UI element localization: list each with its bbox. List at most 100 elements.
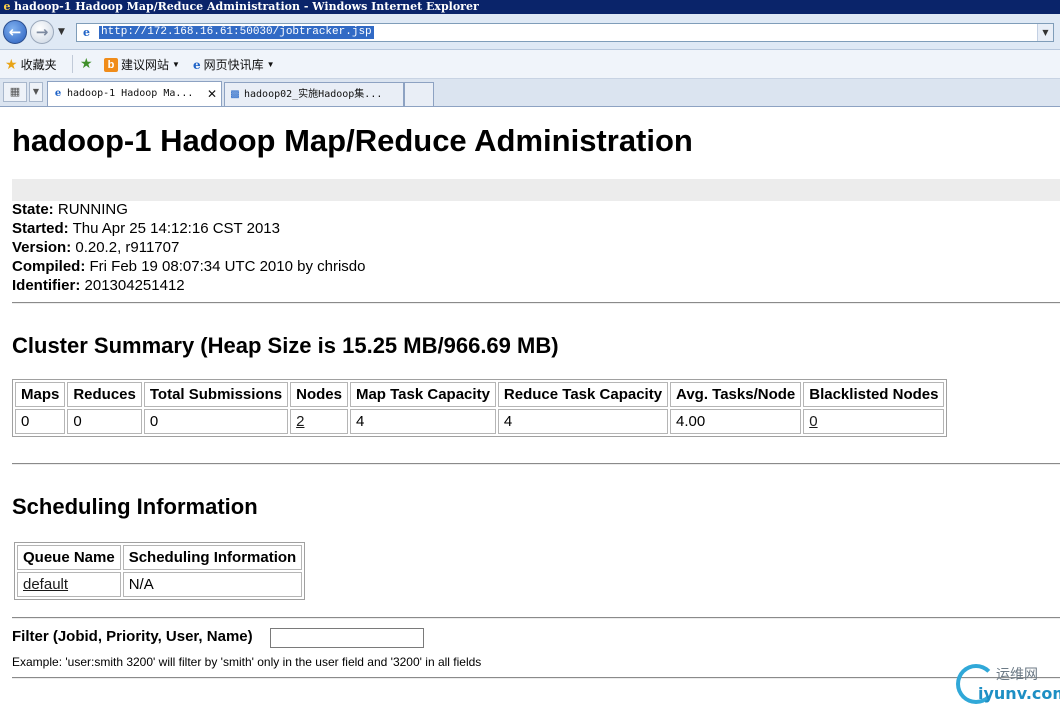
suggested-sites-label: 建议网站 — [121, 58, 170, 72]
watermark-cn: 运维网 — [996, 667, 1038, 683]
reduce-capacity-value: 4 — [497, 409, 669, 434]
chevron-down-icon: ▼ — [172, 60, 180, 69]
col-header: Nodes — [290, 382, 348, 407]
address-dropdown-icon[interactable]: ▼ — [1037, 24, 1053, 41]
new-tab-button[interactable] — [404, 82, 434, 106]
info-state: State: RUNNING — [12, 200, 366, 219]
suggested-sites-button[interactable]: b 建议网站 ▼ — [104, 56, 180, 73]
info-value: Fri Feb 19 08:07:34 UTC 2010 by chrisdo — [89, 258, 366, 275]
cluster-summary-table: Maps Reduces Total Submissions Nodes Map… — [12, 379, 948, 437]
col-header: Queue Name — [17, 545, 121, 570]
back-arrow-icon: ← — [8, 23, 22, 41]
filter-example: Example: 'user:smith 3200' will filter b… — [12, 655, 482, 669]
tab-label: hadoop-1 Hadoop Ma... — [67, 88, 194, 99]
ie-page-icon: e — [54, 88, 62, 99]
ie-logo-icon: e — [3, 0, 11, 13]
back-button[interactable]: ← — [3, 20, 27, 44]
table-header-row: Queue Name Scheduling Information — [17, 545, 303, 570]
info-value: RUNNING — [57, 201, 128, 218]
chevron-down-icon: ▼ — [32, 87, 40, 96]
col-header: Blacklisted Nodes — [803, 382, 945, 407]
window-title-bar: e hadoop-1 Hadoop Map/Reduce Administrati… — [0, 0, 1060, 14]
col-header: Total Submissions — [143, 382, 289, 407]
filter-input[interactable] — [270, 628, 424, 648]
info-label: Version: — [12, 239, 72, 256]
section-divider — [12, 677, 1060, 679]
info-version: Version: 0.20.2, r911707 — [12, 238, 366, 257]
col-header: Reduce Task Capacity — [497, 382, 669, 407]
tab-label: hadoop02_实施Hadoop集... — [244, 89, 383, 100]
watermark-logo: 运维网 iyunv.com — [956, 662, 1060, 706]
table-row: default N/A — [17, 572, 303, 597]
info-value: 201304251412 — [84, 277, 185, 294]
info-label: Compiled: — [12, 258, 86, 275]
add-favorite-icon: ★ — [80, 56, 93, 72]
header-band — [12, 179, 1060, 201]
tab-hadoop02[interactable]: ▩ hadoop02_实施Hadoop集... — [224, 82, 404, 106]
page-content: hadoop-1 Hadoop Map/Reduce Administratio… — [0, 106, 1060, 709]
col-header: Reduces — [67, 382, 142, 407]
address-toolbar: ← → ▼ e http://172.168.16.61:50030/jobtr… — [0, 14, 1060, 50]
tab-list-dropdown[interactable]: ▼ — [29, 82, 43, 102]
close-tab-icon[interactable]: ✕ — [207, 82, 217, 106]
cluster-summary-heading: Cluster Summary (Heap Size is 15.25 MB/9… — [12, 333, 559, 358]
chevron-down-icon: ▼ — [266, 60, 275, 69]
blacklisted-nodes-link[interactable]: 0 — [809, 413, 817, 430]
quick-tabs-button[interactable]: ▦ — [3, 82, 27, 102]
info-started: Started: Thu Apr 25 14:12:16 CST 2013 — [12, 219, 366, 238]
url-text[interactable]: http://172.168.16.61:50030/jobtracker.js… — [99, 26, 374, 39]
scheduling-heading: Scheduling Information — [12, 494, 258, 519]
blacklisted-cell: 0 — [803, 409, 945, 434]
suggested-sites-icon: b — [104, 57, 118, 72]
web-slice-label: 网页快讯库 — [203, 58, 264, 72]
table-row: 0 0 0 2 4 4 4.00 0 — [15, 409, 945, 434]
forward-button[interactable]: → — [30, 20, 54, 44]
favorites-button[interactable]: ★ 收藏夹 — [5, 56, 57, 73]
favorites-label: 收藏夹 — [20, 58, 57, 72]
info-value: 0.20.2, r911707 — [75, 239, 180, 256]
scheduling-table: Queue Name Scheduling Information defaul… — [14, 542, 306, 600]
web-slice-gallery-button[interactable]: e 网页快讯库 ▼ — [193, 56, 275, 73]
blog-page-icon: ▩ — [230, 89, 240, 100]
queue-name-cell: default — [17, 572, 121, 597]
map-capacity-value: 4 — [349, 409, 496, 434]
info-label: State: — [12, 201, 54, 218]
add-to-favorites-button[interactable]: ★ — [80, 56, 93, 72]
page-icon: e — [83, 26, 90, 39]
web-slice-icon: e — [193, 57, 201, 72]
info-value: Thu Apr 25 14:12:16 CST 2013 — [72, 220, 280, 237]
filter-row: Filter (Jobid, Priority, User, Name) — [12, 628, 424, 648]
table-header-row: Maps Reduces Total Submissions Nodes Map… — [15, 382, 945, 407]
reduces-value: 0 — [67, 409, 142, 434]
col-header: Map Task Capacity — [349, 382, 496, 407]
address-field[interactable]: e http://172.168.16.61:50030/jobtracker.… — [76, 23, 1054, 42]
filter-label: Filter (Jobid, Priority, User, Name) — [12, 628, 253, 645]
section-divider — [12, 617, 1060, 619]
info-label: Started: — [12, 220, 69, 237]
page-title: hadoop-1 Hadoop Map/Reduce Administratio… — [12, 123, 693, 158]
maps-value: 0 — [15, 409, 66, 434]
tab-bar: ▦ ▼ e hadoop-1 Hadoop Ma... ✕ ▩ hadoop02_实… — [0, 79, 1060, 107]
info-compiled: Compiled: Fri Feb 19 08:07:34 UTC 2010 b… — [12, 257, 366, 276]
section-divider — [12, 302, 1060, 304]
info-label: Identifier: — [12, 277, 81, 294]
jobtracker-info: State: RUNNING Started: Thu Apr 25 14:12… — [12, 200, 366, 295]
nodes-link[interactable]: 2 — [296, 413, 304, 430]
section-divider — [12, 463, 1060, 465]
nodes-cell: 2 — [290, 409, 348, 434]
favorites-star-icon: ★ — [5, 56, 18, 73]
toolbar-divider — [72, 55, 73, 73]
scheduling-info-cell: N/A — [122, 572, 303, 597]
col-header: Scheduling Information — [122, 545, 303, 570]
history-dropdown-icon[interactable]: ▼ — [58, 27, 65, 37]
col-header: Maps — [15, 382, 66, 407]
watermark-en: iyunv.com — [978, 684, 1060, 703]
total-submissions-value: 0 — [143, 409, 289, 434]
tab-hadoop-admin[interactable]: e hadoop-1 Hadoop Ma... ✕ — [47, 81, 222, 106]
queue-default-link[interactable]: default — [23, 576, 68, 593]
quick-tabs-icon: ▦ — [9, 85, 21, 98]
avg-tasks-value: 4.00 — [670, 409, 802, 434]
forward-arrow-icon: → — [35, 23, 49, 41]
favorites-bar: ★ 收藏夹 ★ b 建议网站 ▼ e 网页快讯库 ▼ — [0, 50, 1060, 79]
window-title: hadoop-1 Hadoop Map/Reduce Administratio… — [14, 0, 479, 13]
